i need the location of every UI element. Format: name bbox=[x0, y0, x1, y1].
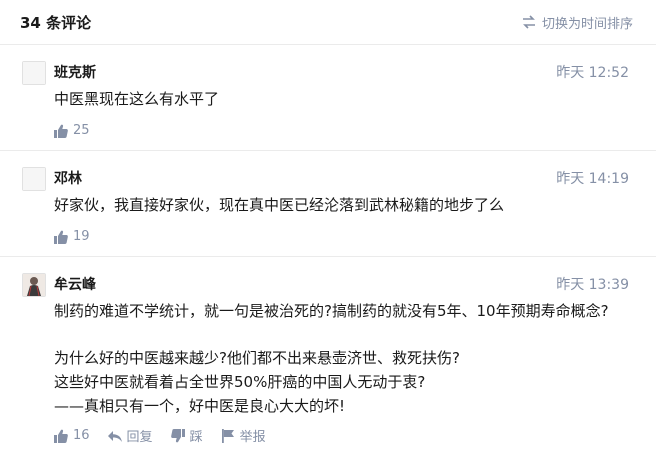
comment-time: 昨天 14:19 bbox=[556, 171, 629, 187]
comment-time: 昨天 13:39 bbox=[556, 277, 629, 293]
comment-author[interactable]: 邓林 bbox=[54, 168, 82, 188]
report-button[interactable]: 举报 bbox=[221, 426, 266, 445]
flag-icon bbox=[221, 428, 234, 443]
comment-actions: 16 回复 踩 举报 bbox=[54, 426, 266, 445]
like-count: 25 bbox=[73, 123, 90, 138]
comment-author[interactable]: 班克斯 bbox=[54, 62, 96, 82]
comment-actions: 25 bbox=[54, 123, 90, 138]
thumbs-up-icon bbox=[54, 429, 68, 443]
comment-content: 好家伙，我直接好家伙，现在真中医已经沦落到武林秘籍的地步了么 bbox=[54, 193, 634, 217]
reply-label: 回复 bbox=[126, 430, 153, 445]
comment-count: 34 条评论 bbox=[20, 13, 92, 32]
report-label: 举报 bbox=[239, 430, 266, 445]
avatar[interactable] bbox=[22, 61, 46, 85]
comments-header: 34 条评论 切换为时间排序 bbox=[0, 0, 656, 45]
comment-content: 制药的难道不学统计，就一句是被治死的?搞制药的就没有5年、10年预期寿命概念? … bbox=[54, 299, 634, 418]
like-button[interactable]: 19 bbox=[54, 229, 90, 244]
avatar[interactable] bbox=[22, 167, 46, 191]
comment-text: 中医黑现在这么有水平了 bbox=[54, 90, 220, 108]
avatar[interactable] bbox=[22, 273, 46, 297]
comment-author[interactable]: 牟云峰 bbox=[54, 274, 96, 294]
comment-text: 好家伙，我直接好家伙，现在真中医已经沦落到武林秘籍的地步了么 bbox=[54, 196, 505, 214]
reply-button[interactable]: 回复 bbox=[107, 426, 153, 445]
dislike-button[interactable]: 踩 bbox=[170, 426, 203, 445]
swap-icon bbox=[522, 15, 535, 29]
like-button[interactable]: 25 bbox=[54, 123, 90, 138]
sort-toggle-button[interactable]: 切换为时间排序 bbox=[522, 13, 633, 32]
thumbs-up-icon bbox=[54, 124, 68, 138]
reply-icon bbox=[107, 430, 122, 442]
user-photo-icon bbox=[23, 274, 45, 296]
comment-text: 这些好中医就看着占全世界50%肝癌的中国人无动于衷? bbox=[54, 373, 426, 391]
like-count: 19 bbox=[73, 229, 90, 244]
comment-text: ——真相只有一个，好中医是良心大大的坏! bbox=[54, 397, 346, 415]
comment-item: 牟云峰 昨天 13:39 制药的难道不学统计，就一句是被治死的?搞制药的就没有5… bbox=[0, 257, 656, 454]
default-avatar-icon bbox=[23, 62, 45, 84]
sort-toggle-label: 切换为时间排序 bbox=[541, 16, 633, 32]
comment-actions: 19 bbox=[54, 229, 90, 244]
comment-text: 为什么好的中医越来越少?他们都不出来悬壶济世、救死扶伤? bbox=[54, 349, 460, 367]
comment-text: 制药的难道不学统计，就一句是被治死的?搞制药的就没有5年、10年预期寿命概念? bbox=[54, 302, 609, 320]
dislike-label: 踩 bbox=[189, 430, 203, 445]
default-avatar-icon bbox=[23, 168, 45, 190]
like-count: 16 bbox=[73, 428, 90, 443]
thumbs-down-icon bbox=[170, 428, 185, 442]
comment-item: 班克斯 昨天 12:52 中医黑现在这么有水平了 25 bbox=[0, 45, 656, 151]
like-button[interactable]: 16 bbox=[54, 428, 90, 443]
comment-item: 邓林 昨天 14:19 好家伙，我直接好家伙，现在真中医已经沦落到武林秘籍的地步… bbox=[0, 151, 656, 257]
thumbs-up-icon bbox=[54, 230, 68, 244]
comment-time: 昨天 12:52 bbox=[556, 65, 629, 81]
comment-content: 中医黑现在这么有水平了 bbox=[54, 87, 634, 111]
